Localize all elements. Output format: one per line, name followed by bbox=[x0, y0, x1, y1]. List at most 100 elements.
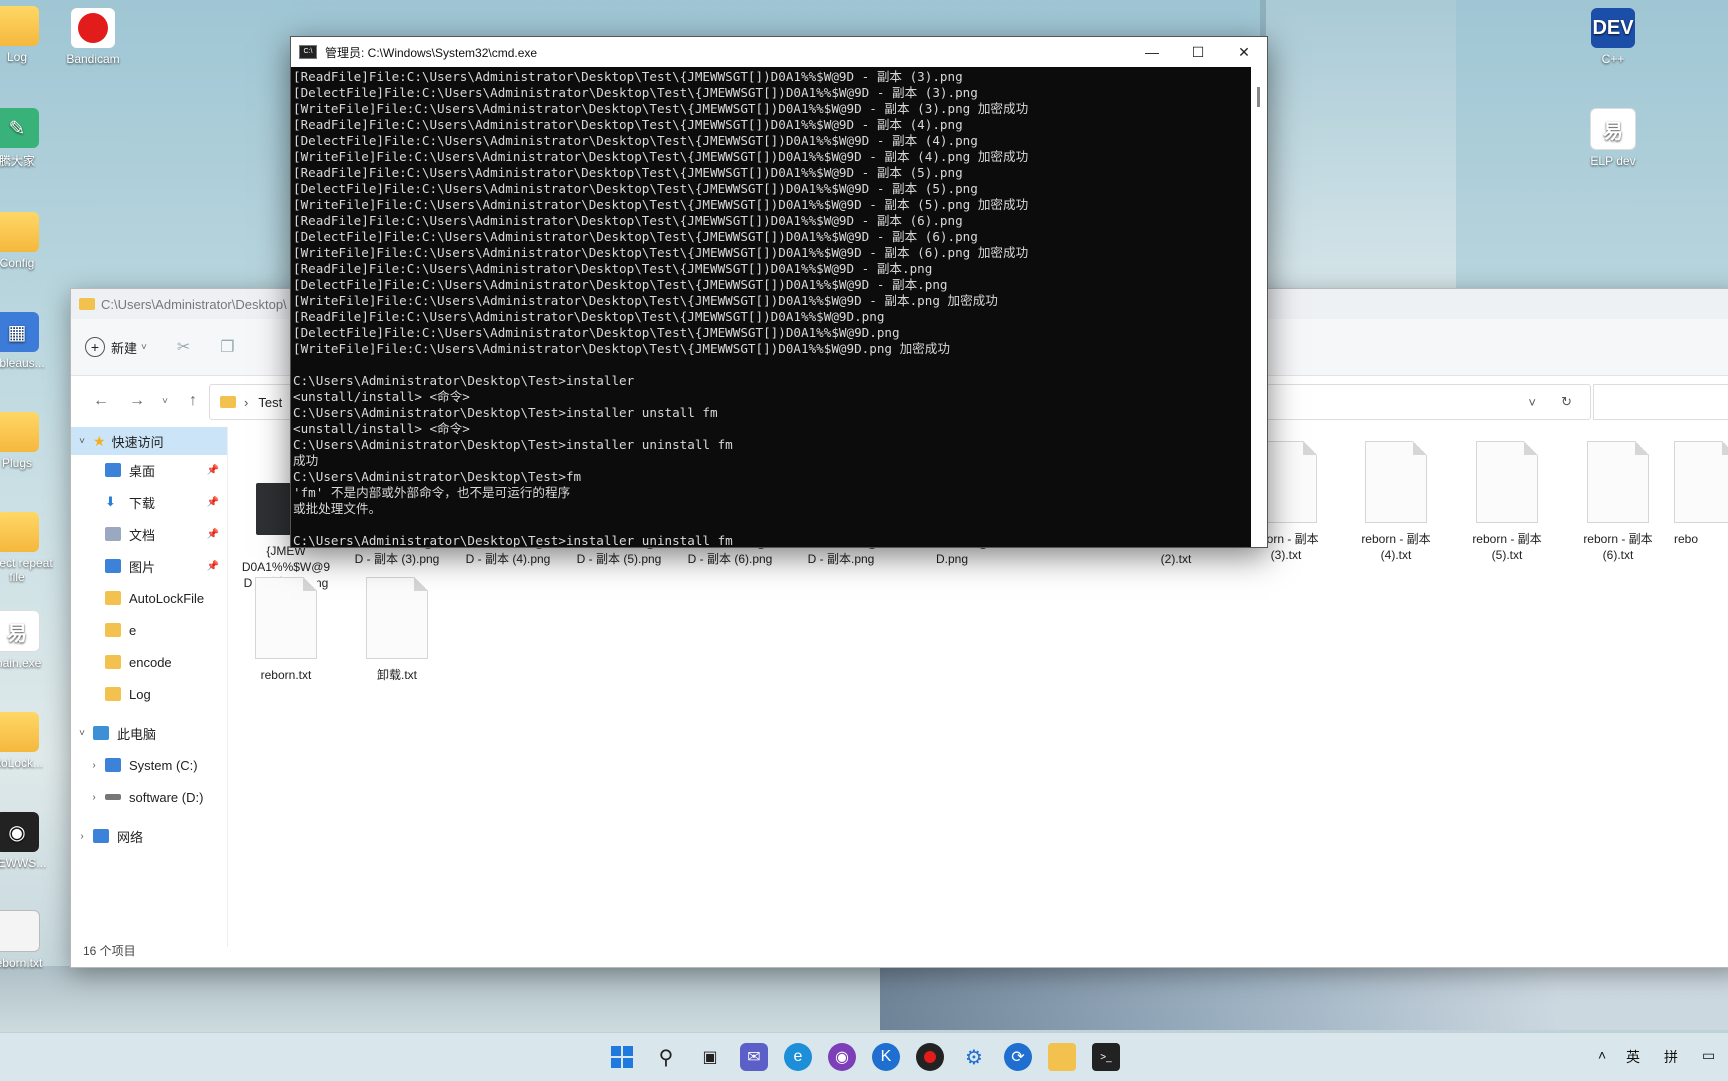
sidebar-drive-d[interactable]: › software (D:) bbox=[71, 783, 227, 811]
github-desktop-icon[interactable]: ◉ bbox=[828, 1043, 856, 1071]
sidebar-drive-c[interactable]: › System (C:) bbox=[71, 751, 227, 779]
sidebar-network[interactable]: › 网络 bbox=[71, 822, 227, 850]
record-icon[interactable] bbox=[916, 1043, 944, 1071]
search-icon[interactable]: ⚲ bbox=[652, 1043, 680, 1071]
console-line: [ReadFile]File:C:\Users\Administrator\De… bbox=[293, 261, 933, 276]
file-item[interactable]: rebo bbox=[1674, 441, 1728, 547]
close-button[interactable]: ✕ bbox=[1221, 37, 1267, 67]
file-name: reborn - 副本 (4).txt bbox=[1361, 532, 1431, 562]
desktop-icon-elp-dev[interactable]: 易 ELP dev bbox=[1568, 108, 1658, 168]
task-view-icon[interactable]: ▣ bbox=[696, 1043, 724, 1071]
sidebar-quick-access[interactable]: ˅ ★ 快速访问 bbox=[71, 427, 227, 455]
desktop-icon-devcpp[interactable]: DEV C++ bbox=[1568, 8, 1658, 66]
recent-chevron-icon[interactable]: ˅ bbox=[155, 396, 175, 407]
sidebar-item-documents[interactable]: 文档 📌 bbox=[71, 520, 227, 548]
k-app-icon[interactable]: K bbox=[872, 1043, 900, 1071]
tray-language[interactable]: 英 bbox=[1626, 1047, 1640, 1067]
desktop-icon-plugs[interactable]: Plugs bbox=[0, 412, 62, 470]
back-arrow-icon[interactable]: ← bbox=[83, 392, 119, 410]
address-dropdown-icon[interactable]: ˅ bbox=[1528, 395, 1536, 410]
folder-icon bbox=[0, 6, 39, 46]
sidebar-item-desktop[interactable]: 桌面 📌 bbox=[71, 456, 227, 484]
file-item[interactable]: reborn - 副本 (6).txt bbox=[1563, 441, 1673, 563]
sidebar-label: 此电脑 bbox=[117, 726, 157, 742]
console-line: [DelectFile]File:C:\Users\Administrator\… bbox=[293, 133, 978, 148]
sidebar-item-log[interactable]: Log bbox=[71, 680, 227, 708]
console-line: [WriteFile]File:C:\Users\Administrator\D… bbox=[293, 245, 1029, 260]
chevron-right-icon[interactable]: › bbox=[83, 792, 105, 803]
file-item[interactable]: reborn - 副本 (4).txt bbox=[1341, 441, 1451, 563]
sidebar-this-pc[interactable]: ˅ 此电脑 bbox=[71, 719, 227, 747]
file-item[interactable]: reborn - 副本 (5).txt bbox=[1452, 441, 1562, 563]
new-button[interactable]: + 新建 ˅ bbox=[85, 337, 147, 357]
copy-icon[interactable]: ❐ bbox=[220, 337, 234, 357]
pin-icon[interactable]: 📌 bbox=[207, 561, 219, 572]
cmd-window[interactable]: C:\ 管理员: C:\Windows\System32\cmd.exe — ☐… bbox=[290, 36, 1268, 548]
pin-icon[interactable]: 📌 bbox=[207, 529, 219, 540]
sidebar-item-encode[interactable]: encode bbox=[71, 648, 227, 676]
up-arrow-icon[interactable]: ↑ bbox=[175, 392, 211, 410]
console-line: [WriteFile]File:C:\Users\Administrator\D… bbox=[293, 197, 1029, 212]
app-icon: ✎ bbox=[0, 108, 39, 148]
sidebar-item-e[interactable]: e bbox=[71, 616, 227, 644]
search-input[interactable] bbox=[1593, 384, 1728, 420]
chevron-down-icon[interactable]: ˅ bbox=[71, 728, 93, 739]
edge-icon[interactable]: e bbox=[784, 1043, 812, 1071]
wallpaper-window bbox=[1260, 0, 1456, 300]
tray-ime[interactable]: 拼 bbox=[1664, 1047, 1678, 1067]
tray-desktop-icon[interactable]: ▭ bbox=[1702, 1047, 1715, 1064]
terminal-icon[interactable]: >_ bbox=[1092, 1043, 1120, 1071]
desktop-icon-github[interactable]: ◉ MEWWS... bbox=[0, 812, 62, 870]
file-item[interactable]: (2).txt bbox=[1121, 551, 1231, 567]
text-file-icon bbox=[0, 910, 40, 952]
tray-chevron-icon[interactable]: ˄ bbox=[1598, 1047, 1606, 1063]
chevron-down-icon[interactable]: ˅ bbox=[71, 436, 93, 447]
desktop-icon-app[interactable]: ✎ 騰大家 bbox=[0, 108, 62, 169]
chat-icon[interactable]: ✉ bbox=[740, 1043, 768, 1071]
console-line: 成功 bbox=[293, 453, 319, 468]
scrollbar-thumb[interactable] bbox=[1257, 87, 1260, 107]
file-explorer-icon[interactable] bbox=[1048, 1043, 1076, 1071]
document-icon bbox=[105, 527, 121, 541]
cut-icon[interactable]: ✂ bbox=[177, 337, 190, 357]
sidebar-label: 图片 bbox=[129, 559, 156, 575]
network-icon bbox=[93, 829, 109, 843]
cmd-title-bar[interactable]: C:\ 管理员: C:\Windows\System32\cmd.exe — ☐… bbox=[291, 37, 1267, 67]
sidebar-item-autolockfile[interactable]: AutoLockFile bbox=[71, 584, 227, 612]
console-line: [WriteFile]File:C:\Users\Administrator\D… bbox=[293, 341, 950, 356]
desktop-icon-delect-repeat[interactable]: Delect repeat file bbox=[0, 512, 62, 584]
forward-arrow-icon[interactable]: → bbox=[119, 392, 155, 410]
console-line: [DelectFile]File:C:\Users\Administrator\… bbox=[293, 181, 978, 196]
desktop-icon-bandicam[interactable]: Bandicam bbox=[48, 8, 138, 66]
sidebar-item-downloads[interactable]: ⬇ 下载 📌 bbox=[71, 488, 227, 516]
desktop-icon-reborn[interactable]: reborn.txt bbox=[0, 910, 62, 970]
chevron-down-icon: ˅ bbox=[141, 341, 147, 353]
desktop-icon-label: 騰大家 bbox=[0, 154, 35, 168]
scrollbar[interactable] bbox=[1251, 67, 1267, 547]
desktop-icon-config[interactable]: Config bbox=[0, 212, 62, 270]
sidebar-item-pictures[interactable]: 图片 📌 bbox=[71, 552, 227, 580]
pin-icon[interactable]: 📌 bbox=[207, 497, 219, 508]
chevron-right-icon[interactable]: › bbox=[71, 831, 93, 842]
address-folder[interactable]: Test bbox=[258, 395, 282, 410]
desktop-icon-autolock[interactable]: utoLock... bbox=[0, 712, 62, 770]
minimize-button[interactable]: — bbox=[1129, 37, 1175, 67]
folder-icon bbox=[105, 591, 121, 605]
console-output[interactable]: [ReadFile]File:C:\Users\Administrator\De… bbox=[291, 67, 1251, 547]
start-icon[interactable] bbox=[608, 1043, 636, 1071]
maximize-button[interactable]: ☐ bbox=[1175, 37, 1221, 67]
desktop-icon-main-exe[interactable]: 易 main.exe bbox=[0, 610, 62, 670]
file-item[interactable]: reborn.txt bbox=[231, 577, 341, 683]
console-line: <unstall/install> <命令> bbox=[293, 389, 470, 404]
refresh-icon[interactable]: ↻ bbox=[1561, 394, 1572, 410]
desktop-icon-tableaus[interactable]: ▦ tableaus... bbox=[0, 312, 62, 370]
remote-icon[interactable]: ⟳ bbox=[1004, 1043, 1032, 1071]
cmd-title: 管理员: C:\Windows\System32\cmd.exe bbox=[325, 45, 538, 60]
pin-icon[interactable]: 📌 bbox=[207, 465, 219, 476]
sidebar-label: software (D:) bbox=[129, 789, 204, 805]
desktop-icon-label: Bandicam bbox=[66, 52, 120, 66]
file-item[interactable]: 卸载.txt bbox=[342, 577, 452, 683]
sidebar-label: System (C:) bbox=[129, 757, 198, 773]
settings-icon[interactable]: ⚙ bbox=[960, 1043, 988, 1071]
chevron-right-icon[interactable]: › bbox=[83, 760, 105, 771]
